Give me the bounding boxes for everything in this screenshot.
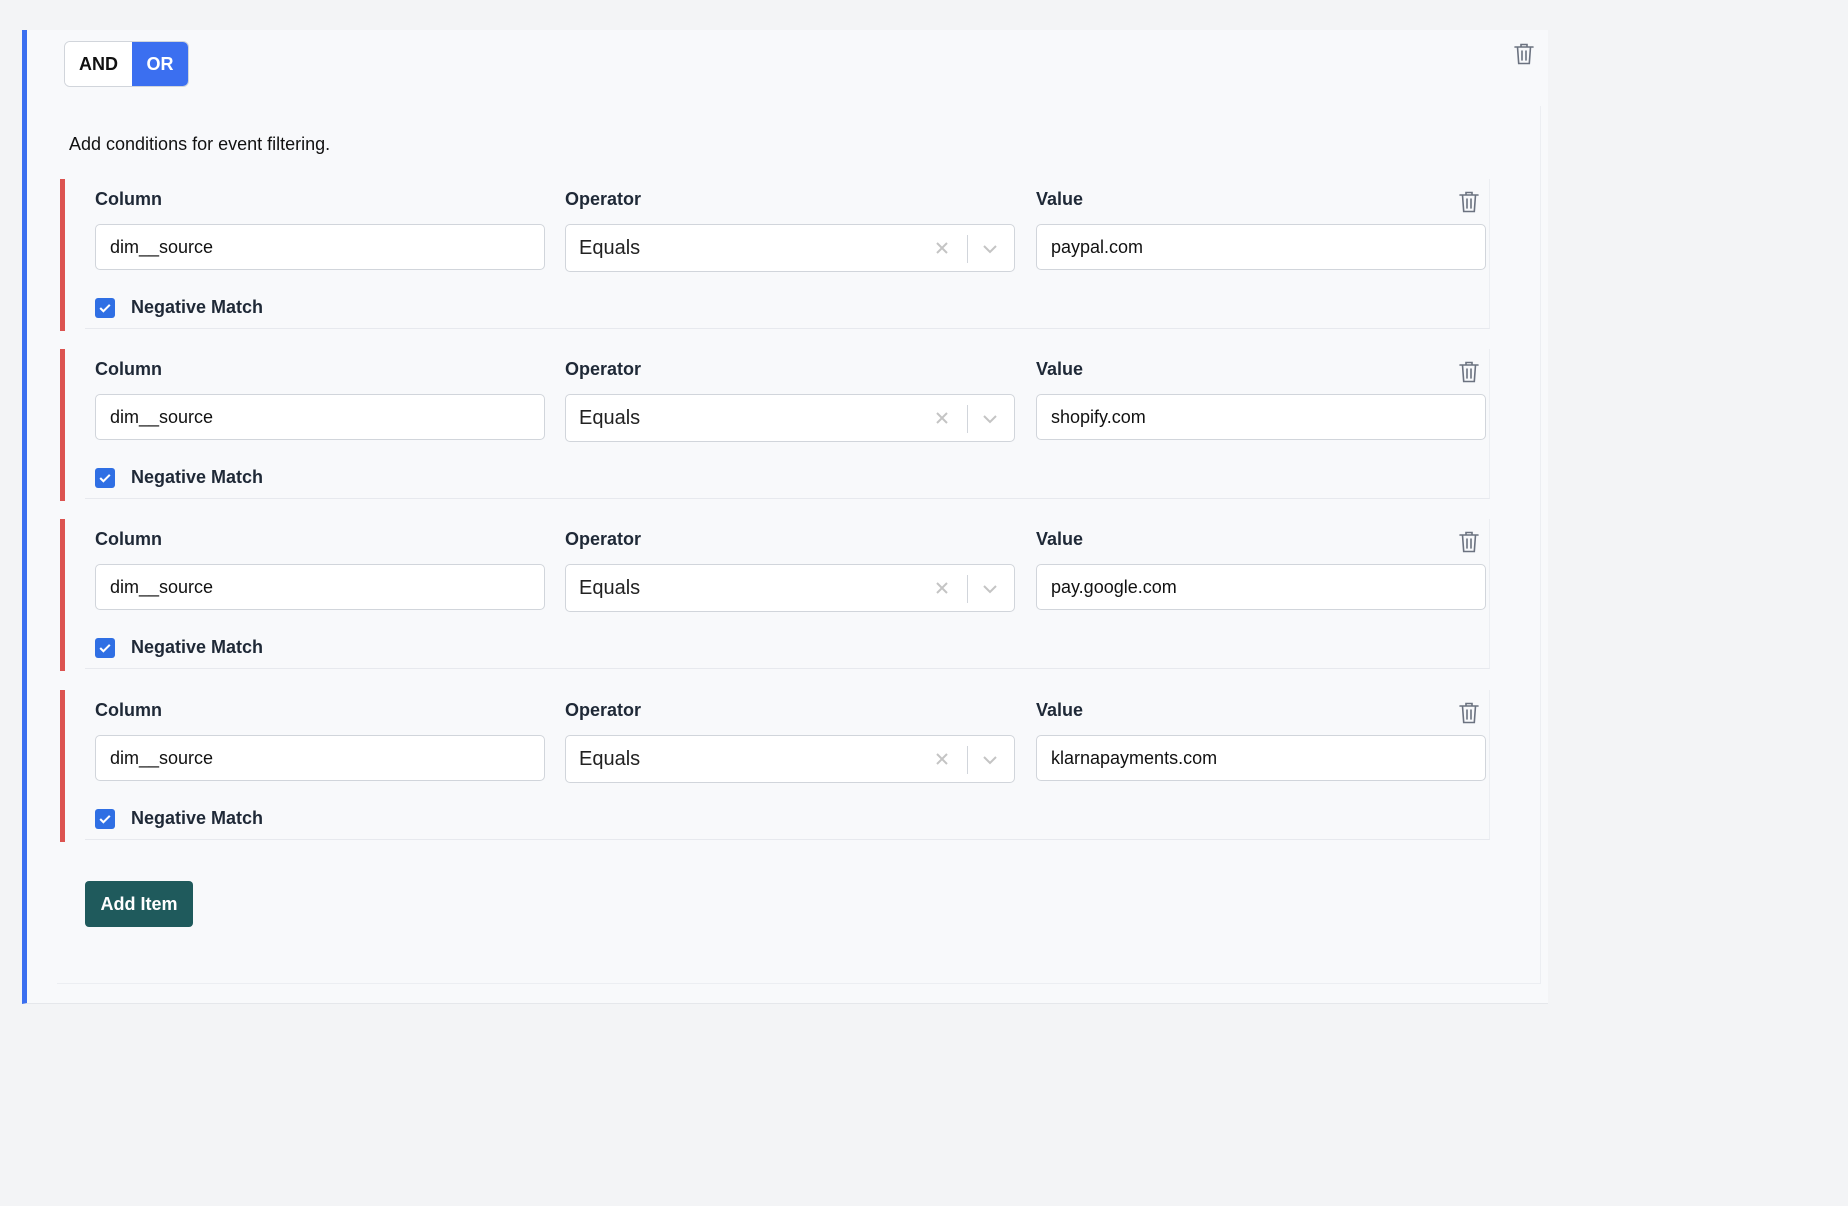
close-icon[interactable] xyxy=(932,578,952,598)
close-icon[interactable] xyxy=(932,749,952,769)
operator-selected-value: Equals xyxy=(579,236,641,259)
negative-match-checkbox[interactable] xyxy=(95,638,115,658)
logic-toggle[interactable]: AND OR xyxy=(64,41,189,87)
logic-and-button[interactable]: AND xyxy=(65,42,132,86)
delete-condition-trash-icon[interactable] xyxy=(1458,190,1480,214)
value-input[interactable]: pay.google.com xyxy=(1036,564,1486,610)
value-label: Value xyxy=(1036,529,1084,549)
select-separator xyxy=(967,746,968,774)
chevron-down-icon[interactable] xyxy=(980,579,1000,599)
chevron-down-icon[interactable] xyxy=(980,750,1000,770)
value-input[interactable]: shopify.com xyxy=(1036,394,1486,440)
condition-row: Column Operator Value dim__source Equals… xyxy=(60,690,1490,842)
delete-condition-trash-icon[interactable] xyxy=(1458,701,1480,725)
operator-selected-value: Equals xyxy=(579,747,641,770)
operator-select[interactable]: Equals xyxy=(565,564,1015,612)
delete-group-trash-icon[interactable] xyxy=(1513,42,1535,66)
value-input[interactable]: paypal.com xyxy=(1036,224,1486,270)
operator-selected-value: Equals xyxy=(579,576,641,599)
negative-match-label: Negative Match xyxy=(131,637,264,657)
check-icon xyxy=(99,815,111,824)
operator-label: Operator xyxy=(565,700,642,720)
negative-match-checkbox[interactable] xyxy=(95,298,115,318)
negative-match-label: Negative Match xyxy=(131,467,264,487)
operator-select[interactable]: Equals xyxy=(565,224,1015,272)
close-icon[interactable] xyxy=(932,238,952,258)
column-input[interactable]: dim__source xyxy=(95,735,545,781)
operator-label: Operator xyxy=(565,359,642,379)
column-label: Column xyxy=(95,359,162,379)
select-separator xyxy=(967,575,968,603)
operator-label: Operator xyxy=(565,529,642,549)
close-icon[interactable] xyxy=(932,408,952,428)
select-separator xyxy=(967,235,968,263)
logic-or-button[interactable]: OR xyxy=(132,42,188,86)
chevron-down-icon[interactable] xyxy=(980,239,1000,259)
select-separator xyxy=(967,405,968,433)
value-label: Value xyxy=(1036,359,1084,379)
value-input[interactable]: klarnapayments.com xyxy=(1036,735,1486,781)
column-input[interactable]: dim__source xyxy=(95,394,545,440)
add-item-button[interactable]: Add Item xyxy=(85,881,193,927)
column-label: Column xyxy=(95,189,162,209)
check-icon xyxy=(99,644,111,653)
column-label: Column xyxy=(95,529,162,549)
chevron-down-icon[interactable] xyxy=(980,409,1000,429)
delete-condition-trash-icon[interactable] xyxy=(1458,530,1480,554)
negative-match-checkbox[interactable] xyxy=(95,468,115,488)
conditions-description: Add conditions for event filtering. xyxy=(69,134,331,154)
negative-match-checkbox[interactable] xyxy=(95,809,115,829)
column-input[interactable]: dim__source xyxy=(95,224,545,270)
operator-select[interactable]: Equals xyxy=(565,394,1015,442)
condition-row: Column Operator Value dim__source Equals… xyxy=(60,519,1490,671)
column-label: Column xyxy=(95,700,162,720)
check-icon xyxy=(99,474,111,483)
column-input[interactable]: dim__source xyxy=(95,564,545,610)
operator-label: Operator xyxy=(565,189,642,209)
delete-condition-trash-icon[interactable] xyxy=(1458,360,1480,384)
operator-selected-value: Equals xyxy=(579,406,641,429)
condition-row: Column Operator Value dim__source Equals… xyxy=(60,349,1490,501)
filter-group: AND OR Add conditions for event filterin… xyxy=(22,30,1548,1004)
negative-match-label: Negative Match xyxy=(131,297,264,317)
value-label: Value xyxy=(1036,189,1084,209)
check-icon xyxy=(99,304,111,313)
condition-row: Column Operator Value dim__source Equals… xyxy=(60,179,1490,331)
negative-match-label: Negative Match xyxy=(131,808,264,828)
operator-select[interactable]: Equals xyxy=(565,735,1015,783)
value-label: Value xyxy=(1036,700,1084,720)
